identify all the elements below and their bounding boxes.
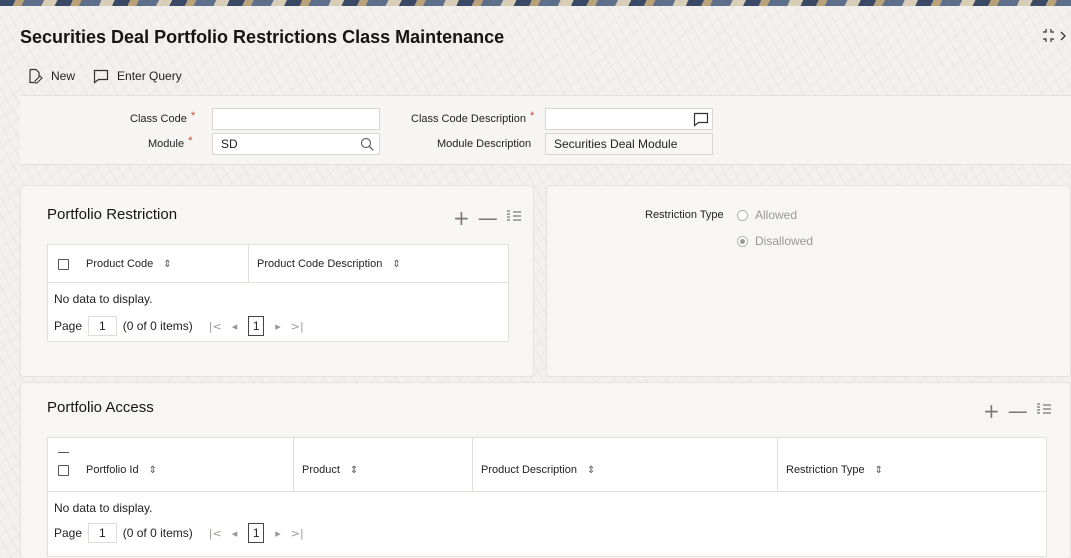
- portfolio-access-actions: + —: [975, 399, 1052, 423]
- portfolio-access-title: Portfolio Access: [47, 399, 154, 416]
- comment-icon: [93, 69, 109, 84]
- expand-icon[interactable]: [1040, 28, 1068, 46]
- portfolio-restriction-actions: + —: [445, 206, 522, 230]
- table-header: Product Code ⇕ Product Code Description ⇕: [48, 245, 508, 283]
- sort-icon: ⇕: [587, 464, 596, 476]
- portfolio-restriction-table: Product Code ⇕ Product Code Description ⇕ …: [47, 244, 509, 342]
- radio-allowed[interactable]: Allowed: [737, 208, 797, 222]
- module-description-label: Module Description: [437, 138, 532, 150]
- portfolio-restriction-title: Portfolio Restriction: [47, 206, 178, 223]
- column-header-product-code-description[interactable]: Product Code Description ⇕: [257, 257, 401, 271]
- module-label: Module *: [148, 135, 193, 150]
- first-page-icon[interactable]: |<: [209, 320, 222, 333]
- items-count: (0 of 0 items): [122, 319, 193, 333]
- previous-page-icon[interactable]: ◂: [232, 320, 238, 333]
- table-header: Portfolio Id ⇕ Product ⇕ Product Descripti…: [48, 438, 1046, 492]
- class-code-description-label: Class Code Description *: [411, 110, 535, 125]
- radio-circle-selected: [737, 235, 748, 247]
- search-icon[interactable]: [360, 137, 375, 152]
- column-header-restriction-type[interactable]: Restriction Type ⇕: [786, 463, 883, 477]
- module-input[interactable]: SD: [212, 133, 380, 155]
- column-header-product[interactable]: Product ⇕: [302, 463, 358, 477]
- last-page-icon[interactable]: >|: [291, 320, 304, 333]
- toolbar: New Enter Query: [27, 66, 200, 86]
- radio-circle: [737, 209, 748, 221]
- items-count: (0 of 0 items): [122, 526, 193, 540]
- class-code-description-input[interactable]: [545, 108, 713, 130]
- previous-page-icon[interactable]: ◂: [232, 527, 238, 540]
- class-code-label: Class Code *: [130, 110, 196, 125]
- restriction-type-card: Restriction Type Allowed Disallowed: [546, 185, 1071, 377]
- page-label: Page: [54, 319, 83, 333]
- header-form: Class Code * Class Code Description * Modu…: [20, 95, 1071, 165]
- sort-icon: ⇕: [163, 258, 172, 270]
- portfolio-restriction-card: Portfolio Restriction + — Product Code ⇕ …: [20, 185, 534, 377]
- page-label: Page: [54, 526, 83, 540]
- comment-icon[interactable]: [693, 111, 709, 127]
- sort-icon: ⇕: [392, 258, 401, 270]
- column-header-product-code[interactable]: Product Code ⇕: [86, 257, 172, 271]
- pagination: Page 1 (0 of 0 items) |< ◂ 1 ▸ >|: [54, 316, 309, 336]
- column-header-product-description[interactable]: Product Description ⇕: [481, 463, 595, 477]
- next-page-icon[interactable]: ▸: [275, 320, 281, 333]
- page-input[interactable]: 1: [88, 316, 117, 336]
- sort-icon: ⇕: [148, 464, 157, 476]
- new-button[interactable]: New: [27, 68, 75, 84]
- column-header-portfolio-id[interactable]: Portfolio Id ⇕: [86, 463, 157, 477]
- plus-icon[interactable]: +: [983, 399, 1000, 423]
- enter-query-label: Enter Query: [117, 69, 182, 83]
- empty-message: No data to display.: [54, 501, 153, 515]
- portfolio-access-card: Portfolio Access + — Portfolio Id ⇕ Produ…: [20, 382, 1071, 558]
- enter-query-button[interactable]: Enter Query: [93, 68, 182, 84]
- last-page-icon[interactable]: >|: [291, 527, 304, 540]
- minus-icon[interactable]: —: [1008, 399, 1028, 423]
- empty-message: No data to display.: [54, 292, 153, 306]
- class-code-input[interactable]: [212, 108, 380, 130]
- first-page-icon[interactable]: |<: [209, 527, 222, 540]
- select-all-checkbox[interactable]: [58, 465, 69, 476]
- current-page[interactable]: 1: [248, 523, 265, 543]
- sort-icon: ⇕: [349, 464, 359, 476]
- restriction-type-label: Restriction Type: [645, 209, 724, 221]
- current-page[interactable]: 1: [248, 316, 265, 336]
- minus-icon[interactable]: —: [478, 206, 498, 230]
- dash-icon: [58, 452, 69, 453]
- pagination: Page 1 (0 of 0 items) |< ◂ 1 ▸ >|: [54, 523, 309, 543]
- new-button-label: New: [51, 69, 76, 83]
- sort-icon: ⇕: [874, 464, 884, 476]
- plus-icon[interactable]: +: [453, 206, 470, 230]
- new-document-icon: [29, 68, 43, 84]
- select-all-checkbox[interactable]: [58, 259, 69, 270]
- module-description-field: Securities Deal Module: [545, 133, 713, 155]
- radio-disallowed[interactable]: Disallowed: [737, 234, 813, 248]
- next-page-icon[interactable]: ▸: [275, 527, 281, 540]
- list-icon[interactable]: [506, 209, 522, 227]
- list-icon[interactable]: [1036, 402, 1052, 420]
- page-title: Securities Deal Portfolio Restrictions C…: [20, 27, 505, 47]
- page-input[interactable]: 1: [88, 523, 117, 543]
- portfolio-access-table: Portfolio Id ⇕ Product ⇕ Product Descripti…: [47, 437, 1047, 557]
